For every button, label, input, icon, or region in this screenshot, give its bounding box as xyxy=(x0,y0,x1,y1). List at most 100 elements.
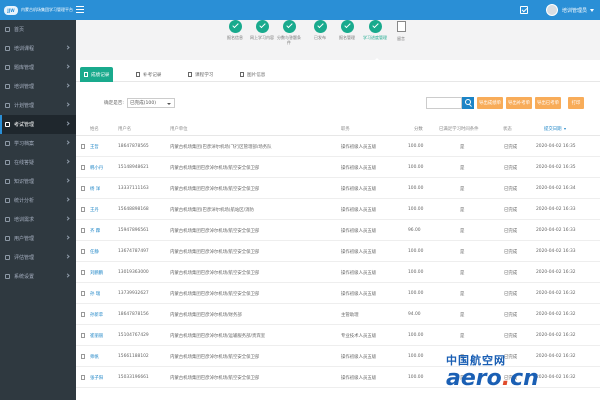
row-document-icon[interactable] xyxy=(81,207,85,212)
sidebar-item-0[interactable]: 首页 xyxy=(0,20,76,39)
table-row: 杨 洋 13337111163 内蒙古机场集团巴彦淖尔机场/航空安全保卫部 操作初级人… xyxy=(76,178,600,199)
tab-3[interactable]: 图片信息 xyxy=(236,67,269,82)
cell-name[interactable]: 师帆 xyxy=(90,354,99,360)
cell-date: 2020-04-02 16:32 xyxy=(536,333,576,338)
th-status[interactable]: 状态 xyxy=(503,126,512,132)
sidebar-item-5[interactable]: 考试管理 xyxy=(0,115,76,134)
menu-item-icon xyxy=(5,46,10,51)
tab-0[interactable]: 成绩记录 xyxy=(80,67,114,82)
cell-score: 100.00 xyxy=(408,291,424,296)
row-document-icon[interactable] xyxy=(81,186,85,191)
sidebar-item-label: 培训课程 xyxy=(14,46,35,52)
cell-name[interactable]: 任静 xyxy=(90,249,99,255)
menu-item-icon xyxy=(5,255,10,260)
step-6[interactable]: 留言 xyxy=(388,20,414,41)
check-circle-icon xyxy=(340,20,354,33)
cell-name[interactable]: 韩小丹 xyxy=(90,165,103,171)
row-document-icon[interactable] xyxy=(81,270,85,275)
row-document-icon[interactable] xyxy=(81,228,85,233)
cell-name[interactable]: 孙新苹 xyxy=(90,312,103,318)
th-unit[interactable]: 用户单位 xyxy=(170,126,188,132)
table-row: 韩小丹 15148948621 内蒙古机场集团巴彦淖尔机场/航空安全保卫部 操作初级人… xyxy=(76,157,600,178)
cell-score: 100.00 xyxy=(408,333,424,338)
export-done-button[interactable]: 导出已考单 xyxy=(535,97,561,109)
sidebar-item-10[interactable]: 培训需求 xyxy=(0,210,76,229)
cell-date: 2020-04-02 16:35 xyxy=(536,165,576,170)
cell-date: 2020-04-02 16:33 xyxy=(536,207,576,212)
filter-label: 确定是否: xyxy=(104,101,124,106)
chevron-right-icon xyxy=(65,216,70,221)
step-3[interactable]: 已发布 xyxy=(307,20,333,40)
sidebar-item-1[interactable]: 培训课程 xyxy=(0,39,76,58)
tab-icon xyxy=(136,72,140,77)
cell-unit: 内蒙古机场集团巴彦淖尔机场/航空安全保卫部 xyxy=(170,271,260,276)
sidebar-item-6[interactable]: 学习档案 xyxy=(0,134,76,153)
cell-name[interactable]: 齐 霖 xyxy=(90,228,100,234)
cell-met: 是 xyxy=(460,292,465,297)
menu-item-icon xyxy=(5,122,10,127)
cell-met: 是 xyxy=(460,166,465,171)
row-document-icon[interactable] xyxy=(81,291,85,296)
avatar[interactable] xyxy=(545,4,558,16)
tab-1[interactable]: 补考记录 xyxy=(132,67,165,82)
cell-position: 操作初级人员五级 xyxy=(341,376,377,381)
menu-item-icon xyxy=(5,160,10,165)
sidebar-item-7[interactable]: 在线答疑 xyxy=(0,153,76,172)
step-4[interactable]: 报名管理 xyxy=(334,20,360,40)
step-2[interactable]: 分数与答题条件 xyxy=(276,20,302,45)
th-name[interactable]: 姓名 xyxy=(90,126,99,132)
cell-name[interactable]: 王丹 xyxy=(90,207,99,213)
export-makeup-button[interactable]: 导出补考单 xyxy=(506,97,532,109)
th-time-condition[interactable]: 已满足学习时间条件 xyxy=(439,126,479,132)
step-5[interactable]: 学习进度管理 xyxy=(362,20,388,40)
menu-toggle-icon[interactable] xyxy=(76,6,84,13)
cell-name[interactable]: 杨 洋 xyxy=(90,186,100,192)
th-username[interactable]: 用户名 xyxy=(118,126,131,132)
status-select[interactable]: 已完成(100) xyxy=(126,98,175,108)
cell-name[interactable]: 王哲 xyxy=(90,144,99,150)
checkbox-icon[interactable] xyxy=(519,6,528,14)
cell-username: 13739932627 xyxy=(118,291,149,296)
th-date[interactable]: 提交日期 xyxy=(544,126,566,132)
row-document-icon[interactable] xyxy=(81,165,85,170)
row-document-icon[interactable] xyxy=(81,375,85,380)
sidebar-item-2[interactable]: 题库管理 xyxy=(0,58,76,77)
cell-met: 是 xyxy=(460,208,465,213)
cell-name[interactable]: 张子阳 xyxy=(90,375,103,381)
step-label: 学习进度管理 xyxy=(363,35,387,40)
row-document-icon[interactable] xyxy=(81,249,85,254)
sidebar-item-11[interactable]: 用户管理 xyxy=(0,229,76,248)
chevron-down-icon[interactable] xyxy=(590,8,594,12)
row-document-icon[interactable] xyxy=(81,144,85,149)
sidebar-item-8[interactable]: 知识管理 xyxy=(0,172,76,191)
sidebar-item-9[interactable]: 统计分析 xyxy=(0,191,76,210)
cell-position: 操作初级人员五级 xyxy=(341,355,377,360)
cell-score: 100.00 xyxy=(408,144,424,149)
main-card: 成绩记录 补考记录 课程学习 图片信息 确定是否: 已完成(100) 导出成绩单 导出… xyxy=(76,60,600,400)
th-position[interactable]: 职务 xyxy=(341,126,350,132)
print-button[interactable]: 打印 xyxy=(568,97,584,109)
row-document-icon[interactable] xyxy=(81,354,85,359)
sidebar-item-3[interactable]: 培训管理 xyxy=(0,77,76,96)
sidebar-item-4[interactable]: 计划管理 xyxy=(0,96,76,115)
cell-name[interactable]: 崔丽丽 xyxy=(90,333,103,339)
cell-position: 操作初级人员五级 xyxy=(341,187,377,192)
row-document-icon[interactable] xyxy=(81,312,85,317)
th-score[interactable]: 分数 xyxy=(414,126,423,132)
cell-name[interactable]: 孙 瑞 xyxy=(90,291,100,297)
export-score-button[interactable]: 导出成绩单 xyxy=(477,97,503,109)
search-icon[interactable] xyxy=(462,97,474,109)
cell-name[interactable]: 刘鹏鹏 xyxy=(90,270,103,276)
tab-2[interactable]: 课程学习 xyxy=(184,67,217,82)
menu-item-icon xyxy=(5,65,10,70)
chevron-right-icon xyxy=(65,140,70,145)
step-0[interactable]: 报名信息 xyxy=(222,20,248,40)
chevron-right-icon xyxy=(65,254,70,259)
cell-date: 2020-04-02 16:32 xyxy=(536,375,576,380)
sidebar-item-13[interactable]: 系统设置 xyxy=(0,267,76,286)
step-1[interactable]: 网上学习内容 xyxy=(249,20,275,40)
search-input[interactable] xyxy=(426,97,462,109)
row-document-icon[interactable] xyxy=(81,333,85,338)
sidebar-item-12[interactable]: 评估管理 xyxy=(0,248,76,267)
user-name[interactable]: 培训管理员 xyxy=(562,7,587,14)
